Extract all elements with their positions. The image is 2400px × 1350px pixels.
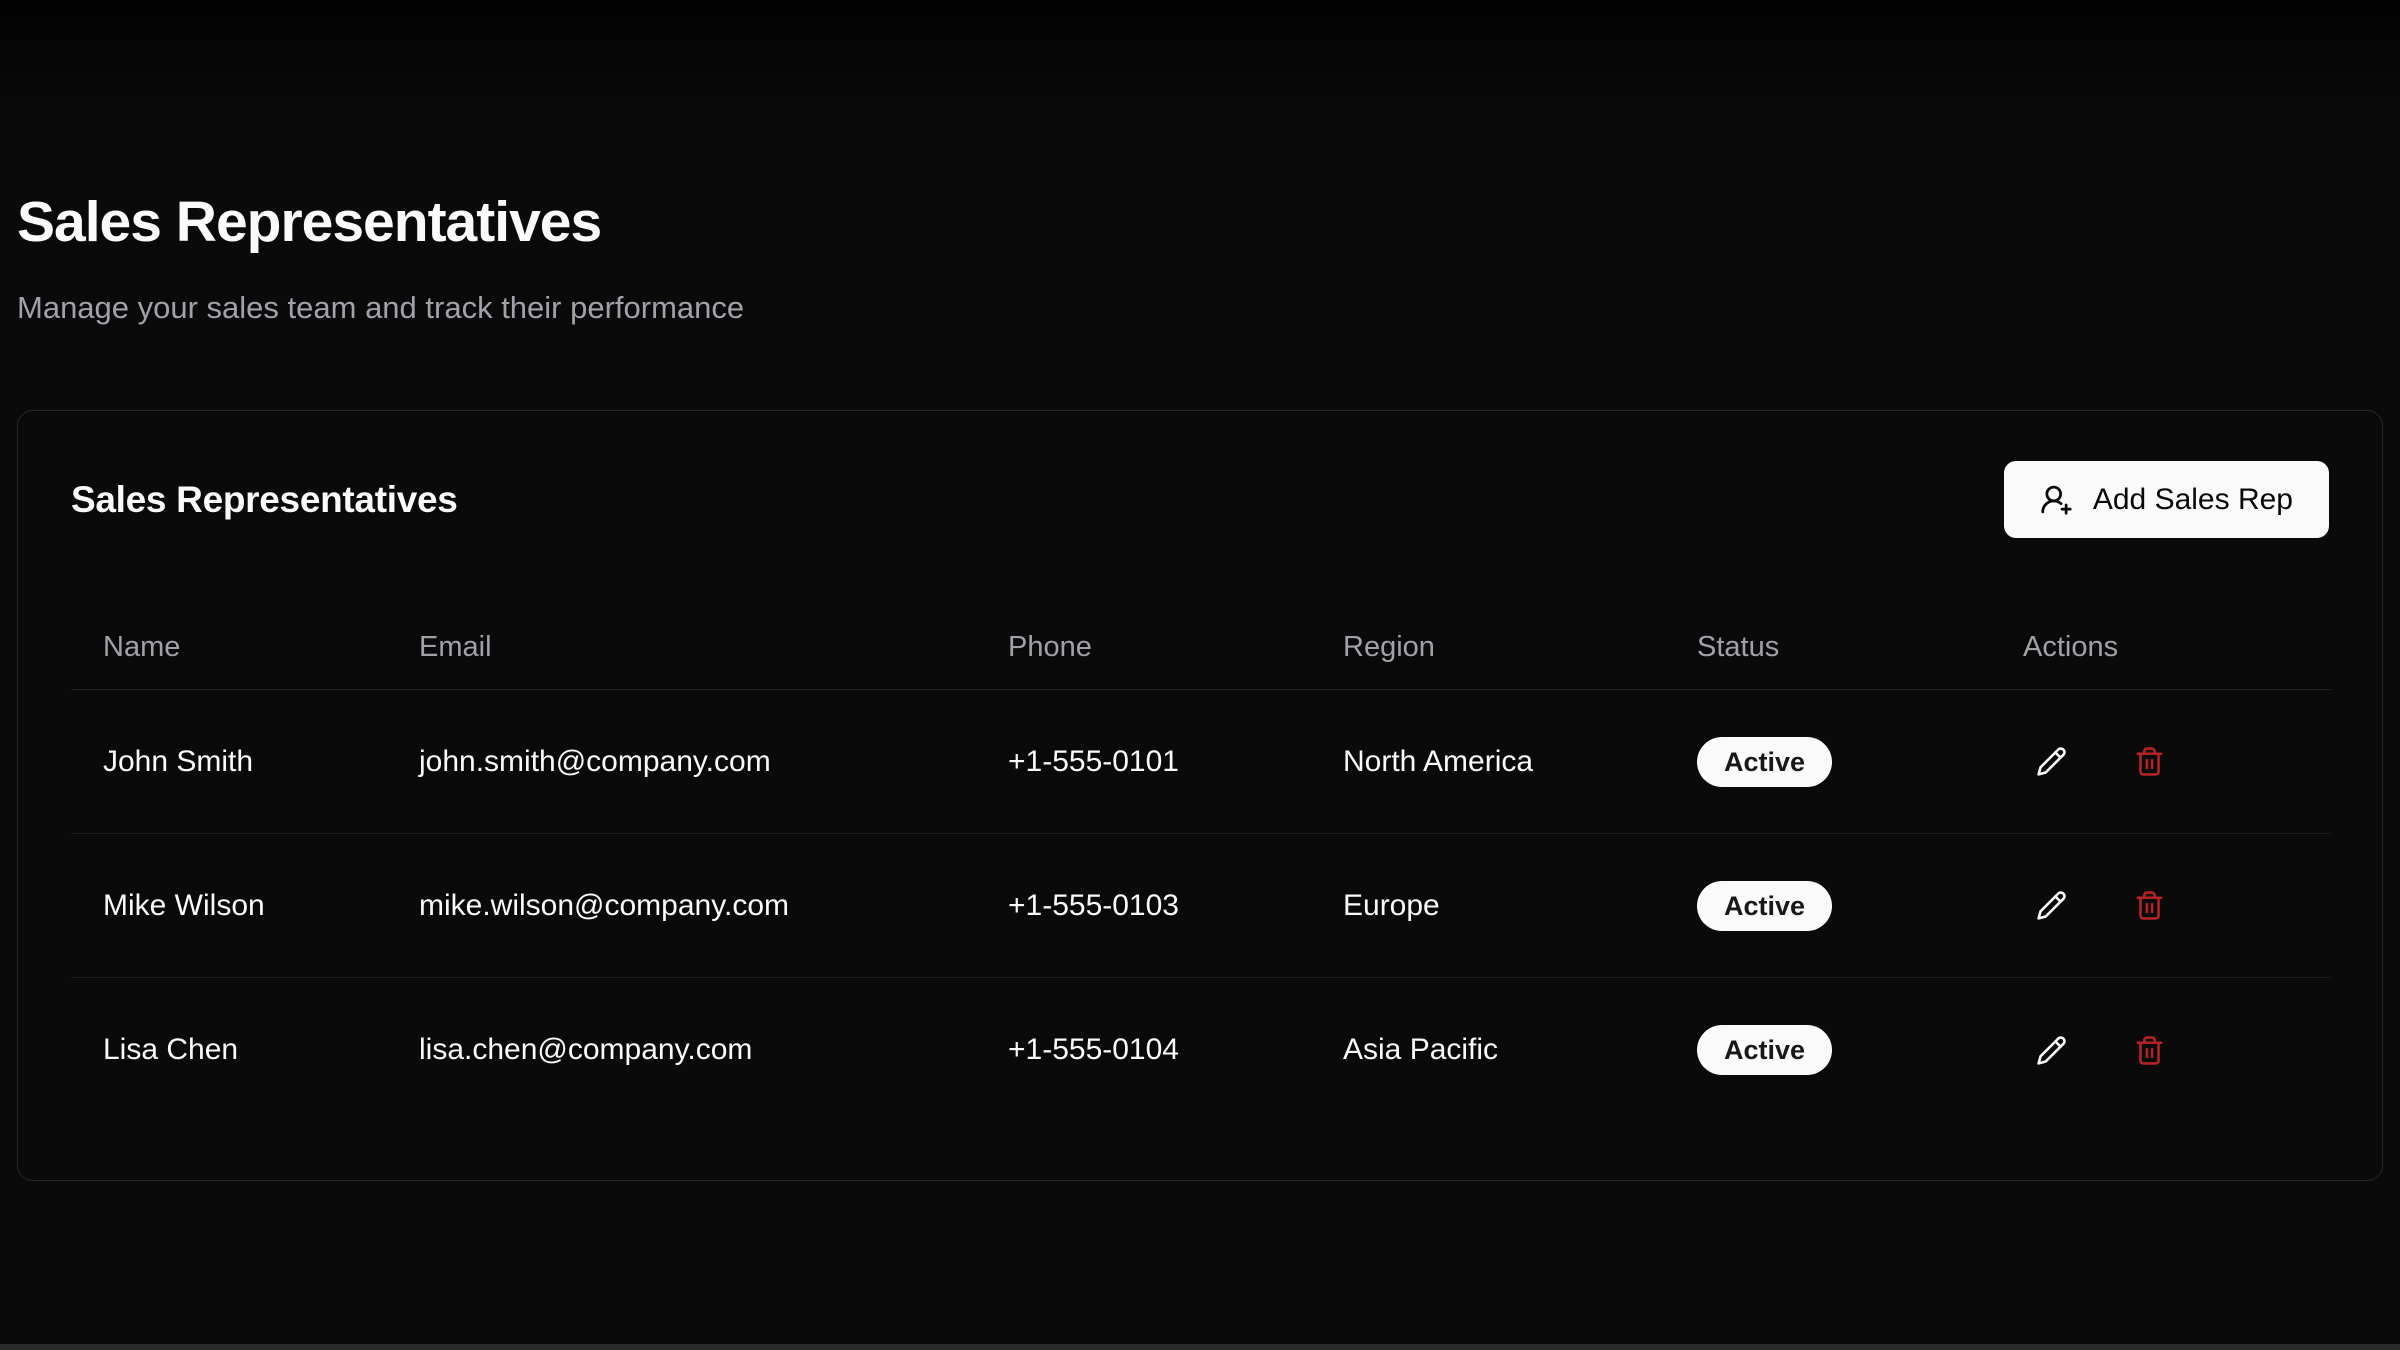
column-header-email: Email — [387, 605, 976, 690]
rep-email: john.smith@company.com — [387, 690, 976, 834]
window-bottom-edge — [0, 1344, 2400, 1350]
status-badge: Active — [1697, 1025, 1832, 1075]
rep-region: Europe — [1311, 834, 1665, 978]
delete-button[interactable] — [2121, 878, 2177, 934]
edit-button[interactable] — [2023, 878, 2079, 934]
column-header-status: Status — [1665, 605, 1991, 690]
sales-reps-table: Name Email Phone Region Status Actions J… — [71, 605, 2331, 1122]
rep-actions-cell — [1991, 690, 2331, 834]
table-header-row: Name Email Phone Region Status Actions — [71, 605, 2331, 690]
edit-button[interactable] — [2023, 734, 2079, 790]
rep-actions-cell — [1991, 978, 2331, 1122]
rep-region: Asia Pacific — [1311, 978, 1665, 1122]
sales-reps-card: Sales Representatives Add Sales Rep Name… — [17, 410, 2383, 1181]
rep-status-cell: Active — [1665, 834, 1991, 978]
column-header-actions: Actions — [1991, 605, 2331, 690]
rep-name: Mike Wilson — [71, 834, 387, 978]
row-actions — [2023, 734, 2299, 790]
status-badge: Active — [1697, 881, 1832, 931]
trash-icon — [2134, 890, 2165, 921]
rep-status-cell: Active — [1665, 690, 1991, 834]
table-row: John Smith john.smith@company.com +1-555… — [71, 690, 2331, 834]
rep-phone: +1-555-0104 — [976, 978, 1311, 1122]
rep-name: Lisa Chen — [71, 978, 387, 1122]
trash-icon — [2134, 1035, 2165, 1066]
column-header-region: Region — [1311, 605, 1665, 690]
rep-phone: +1-555-0103 — [976, 834, 1311, 978]
column-header-phone: Phone — [976, 605, 1311, 690]
status-badge: Active — [1697, 737, 1832, 787]
pencil-icon — [2036, 746, 2067, 777]
page: Sales Representatives Manage your sales … — [0, 0, 2400, 1181]
page-subtitle: Manage your sales team and track their p… — [17, 286, 2383, 329]
trash-icon — [2134, 746, 2165, 777]
delete-button[interactable] — [2121, 734, 2177, 790]
row-actions — [2023, 1022, 2299, 1078]
table-row: Lisa Chen lisa.chen@company.com +1-555-0… — [71, 978, 2331, 1122]
pencil-icon — [2036, 1035, 2067, 1066]
rep-actions-cell — [1991, 834, 2331, 978]
card-title: Sales Representatives — [71, 479, 458, 521]
delete-button[interactable] — [2121, 1022, 2177, 1078]
rep-name: John Smith — [71, 690, 387, 834]
edit-button[interactable] — [2023, 1022, 2079, 1078]
card-header: Sales Representatives Add Sales Rep — [71, 455, 2329, 545]
rep-phone: +1-555-0101 — [976, 690, 1311, 834]
rep-email: mike.wilson@company.com — [387, 834, 976, 978]
rep-region: North America — [1311, 690, 1665, 834]
add-sales-rep-button-label: Add Sales Rep — [2093, 483, 2293, 517]
row-actions — [2023, 878, 2299, 934]
page-title: Sales Representatives — [17, 188, 2383, 256]
rep-email: lisa.chen@company.com — [387, 978, 976, 1122]
pencil-icon — [2036, 890, 2067, 921]
column-header-name: Name — [71, 605, 387, 690]
table-row: Mike Wilson mike.wilson@company.com +1-5… — [71, 834, 2331, 978]
rep-status-cell: Active — [1665, 978, 1991, 1122]
add-sales-rep-button[interactable]: Add Sales Rep — [2004, 461, 2329, 538]
user-plus-icon — [2040, 483, 2073, 516]
